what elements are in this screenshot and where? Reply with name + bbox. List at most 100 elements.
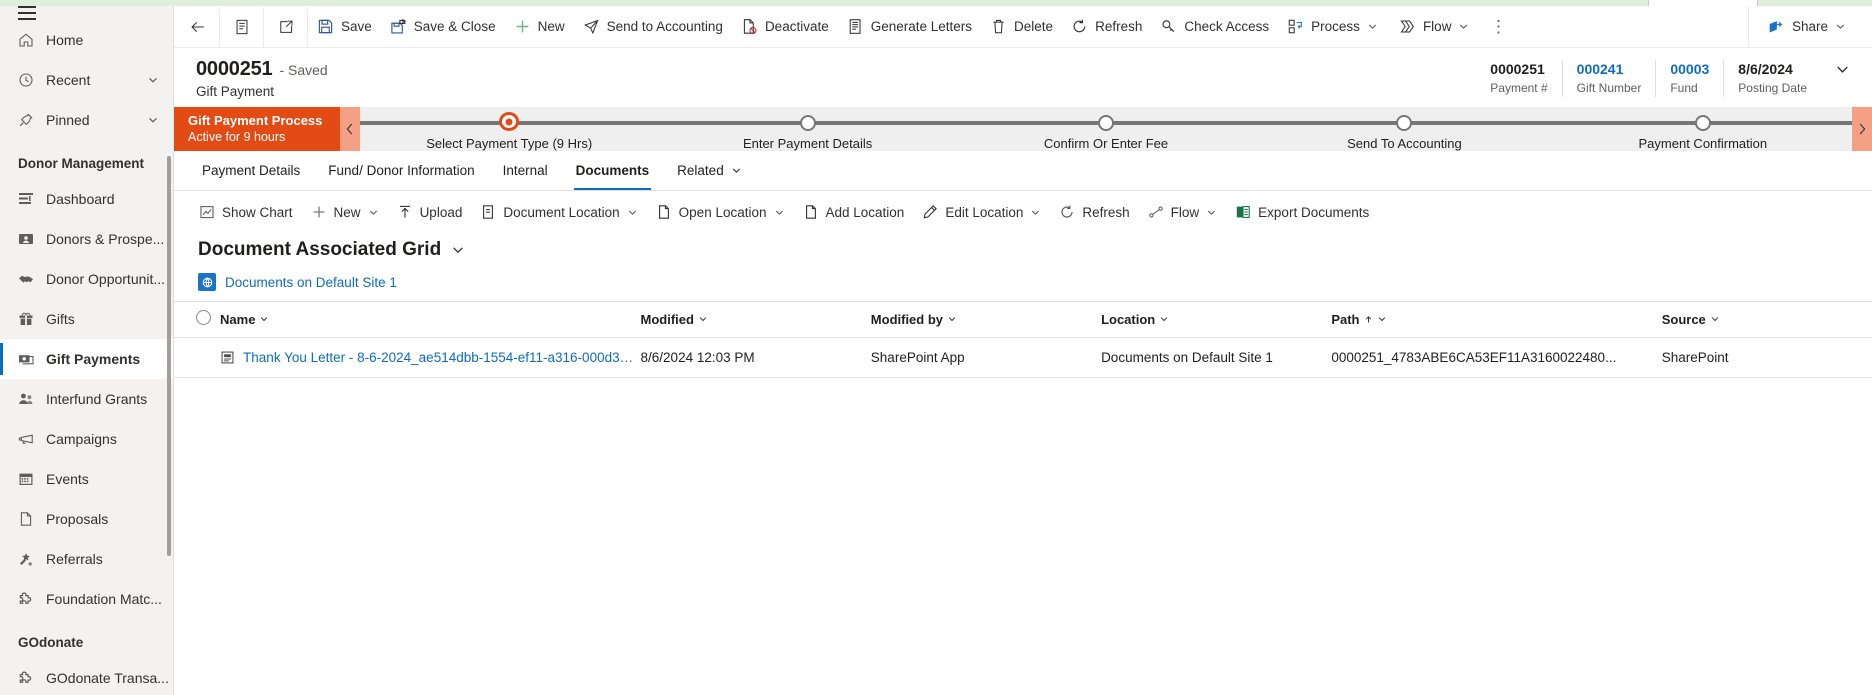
chevron-down-icon[interactable] xyxy=(368,207,379,218)
refresh-grid-button[interactable]: Refresh xyxy=(1050,194,1138,230)
sidebar-item-campaigns[interactable]: Campaigns xyxy=(0,419,173,459)
process-stage-confirm-or-enter-fee[interactable]: Confirm Or Enter Fee xyxy=(957,107,1255,151)
column-header-modified[interactable]: Modified xyxy=(640,301,871,338)
chevron-down-icon[interactable] xyxy=(147,74,165,86)
generate-letters-button[interactable]: Generate Letters xyxy=(838,7,981,47)
add-location-button[interactable]: Add Location xyxy=(794,194,914,230)
open-location-button[interactable]: Open Location xyxy=(647,194,794,230)
chevron-down-icon[interactable] xyxy=(1367,20,1381,34)
header-field-fund[interactable]: 00003 Fund xyxy=(1655,60,1723,97)
check-access-button[interactable]: Check Access xyxy=(1151,7,1278,47)
sidebar-item-godonate-transactions[interactable]: GOdonate Transa... xyxy=(0,658,173,695)
upload-button[interactable]: Upload xyxy=(388,194,472,230)
header-field-payment-number[interactable]: 0000251 Payment # xyxy=(1476,60,1561,97)
column-header-location[interactable]: Location xyxy=(1101,301,1332,338)
export-documents-button[interactable]: Export Documents xyxy=(1226,194,1378,230)
sidebar-item-gift-payments[interactable]: Gift Payments xyxy=(0,339,173,379)
show-chart-button[interactable]: Show Chart xyxy=(190,194,302,230)
column-header-modified-by[interactable]: Modified by xyxy=(870,301,1102,338)
sidebar-item-home[interactable]: Home xyxy=(0,20,173,60)
sidebar-item-interfund-grants[interactable]: Interfund Grants xyxy=(0,379,173,419)
process-stage-send-to-accounting[interactable]: Send To Accounting xyxy=(1255,107,1553,151)
chevron-down-icon[interactable] xyxy=(774,207,785,218)
column-header-source[interactable]: Source xyxy=(1661,301,1872,338)
process-flow-prev-button[interactable] xyxy=(340,107,360,151)
header-field-posting-date[interactable]: 8/6/2024 Posting Date xyxy=(1723,60,1821,97)
process-flow-next-button[interactable] xyxy=(1852,107,1872,151)
header-field-value[interactable]: 00003 xyxy=(1670,60,1709,78)
grid-view-selector-chevron-icon[interactable] xyxy=(451,243,465,257)
chevron-down-icon[interactable] xyxy=(1458,20,1472,34)
sidebar-item-proposals[interactable]: Proposals xyxy=(0,499,173,539)
flow-button[interactable]: Flow xyxy=(1390,7,1482,47)
cell-name[interactable]: Thank You Letter - 8-6-2024_ae514dbb-155… xyxy=(220,337,641,378)
process-stage-payment-confirmation[interactable]: Payment Confirmation xyxy=(1554,107,1852,151)
table-row[interactable]: Thank You Letter - 8-6-2024_ae514dbb-155… xyxy=(174,337,1872,378)
command-overflow-button[interactable]: ⋮ xyxy=(1481,7,1515,47)
sidebar-item-dashboard[interactable]: Dashboard xyxy=(0,179,173,219)
cell-modified-by: SharePoint App xyxy=(870,337,1102,378)
tab-internal[interactable]: Internal xyxy=(489,151,562,190)
chevron-down-icon[interactable] xyxy=(147,114,165,126)
process-button[interactable]: Process xyxy=(1278,7,1390,47)
stage-node-icon xyxy=(1098,115,1115,131)
column-header-path[interactable]: Path xyxy=(1331,301,1662,338)
form-selector-icon[interactable] xyxy=(220,6,264,47)
record-entity-name: Gift Payment xyxy=(196,84,275,99)
tab-payment-details[interactable]: Payment Details xyxy=(188,151,314,190)
select-all-checkbox[interactable] xyxy=(196,310,211,325)
sidebar-item-referrals[interactable]: Referrals xyxy=(0,539,173,579)
new-button[interactable]: New xyxy=(505,7,574,47)
tab-fund-donor-information[interactable]: Fund/ Donor Information xyxy=(314,151,488,190)
header-expand-chevron-icon[interactable] xyxy=(1821,60,1856,97)
column-label: Source xyxy=(1661,311,1706,327)
save-and-close-button[interactable]: Save & Close xyxy=(381,7,505,47)
document-link[interactable]: Thank You Letter - 8-6-2024_ae514dbb-155… xyxy=(243,350,634,365)
column-header-name[interactable]: Name xyxy=(220,301,641,338)
sidebar-item-pinned[interactable]: Pinned xyxy=(0,100,173,140)
send-to-accounting-button[interactable]: Send to Accounting xyxy=(574,7,732,47)
row-select-cell[interactable] xyxy=(174,337,221,378)
column-label: Location xyxy=(1101,311,1156,327)
share-button[interactable]: Share xyxy=(1759,7,1858,47)
site-map-toggle-icon[interactable] xyxy=(18,6,36,20)
sidebar-header xyxy=(0,6,173,20)
tab-related[interactable]: Related xyxy=(663,151,756,190)
chevron-down-icon[interactable] xyxy=(1835,20,1849,34)
dashboard-icon xyxy=(18,191,34,207)
sidebar-top-items: Home Recent Pinned xyxy=(0,20,173,140)
process-flow-title[interactable]: Gift Payment Process Active for 9 hours xyxy=(174,107,340,151)
document-location-button[interactable]: Document Location xyxy=(471,194,646,230)
delete-button[interactable]: Delete xyxy=(981,7,1062,47)
refresh-button[interactable]: Refresh xyxy=(1062,7,1151,47)
grid-command-label: Upload xyxy=(419,204,463,220)
business-process-flow: Gift Payment Process Active for 9 hours … xyxy=(174,107,1872,151)
process-stage-enter-payment-details[interactable]: Enter Payment Details xyxy=(658,107,956,151)
chevron-down-icon[interactable] xyxy=(1030,207,1041,218)
save-button[interactable]: Save xyxy=(308,7,381,47)
header-field-gift-number[interactable]: 000241 Gift Number xyxy=(1561,60,1656,97)
process-stage-select-payment-type[interactable]: Select Payment Type (9 Hrs) xyxy=(360,107,658,151)
chevron-down-icon[interactable] xyxy=(731,165,742,176)
sidebar-item-donors-prospects[interactable]: Donors & Prospe... xyxy=(0,219,173,259)
chevron-down-icon[interactable] xyxy=(1206,207,1217,218)
sidebar-scrollbar[interactable] xyxy=(167,156,171,556)
sidebar-item-donor-opportunities[interactable]: Donor Opportunit... xyxy=(0,259,173,299)
new-document-button[interactable]: New xyxy=(302,194,388,230)
edit-location-button[interactable]: Edit Location xyxy=(913,194,1050,230)
chevron-down-icon[interactable] xyxy=(627,207,638,218)
tab-documents[interactable]: Documents xyxy=(562,151,664,190)
grid-flow-button[interactable]: Flow xyxy=(1139,194,1227,230)
deactivate-button[interactable]: Deactivate xyxy=(732,7,838,47)
select-all-header[interactable] xyxy=(174,301,221,338)
popout-icon[interactable] xyxy=(264,6,308,47)
sidebar-item-label: Home xyxy=(46,32,84,48)
header-field-value[interactable]: 000241 xyxy=(1577,60,1642,78)
sidebar-item-events[interactable]: Events xyxy=(0,459,173,499)
sidebar-item-recent[interactable]: Recent xyxy=(0,60,173,100)
sidebar-item-foundation-matching[interactable]: Foundation Matc... xyxy=(0,579,173,619)
breadcrumb-link[interactable]: Documents on Default Site 1 xyxy=(225,275,397,290)
sidebar-item-gifts[interactable]: Gifts xyxy=(0,299,173,339)
column-label: Name xyxy=(220,311,256,327)
back-arrow-icon[interactable] xyxy=(176,6,220,47)
